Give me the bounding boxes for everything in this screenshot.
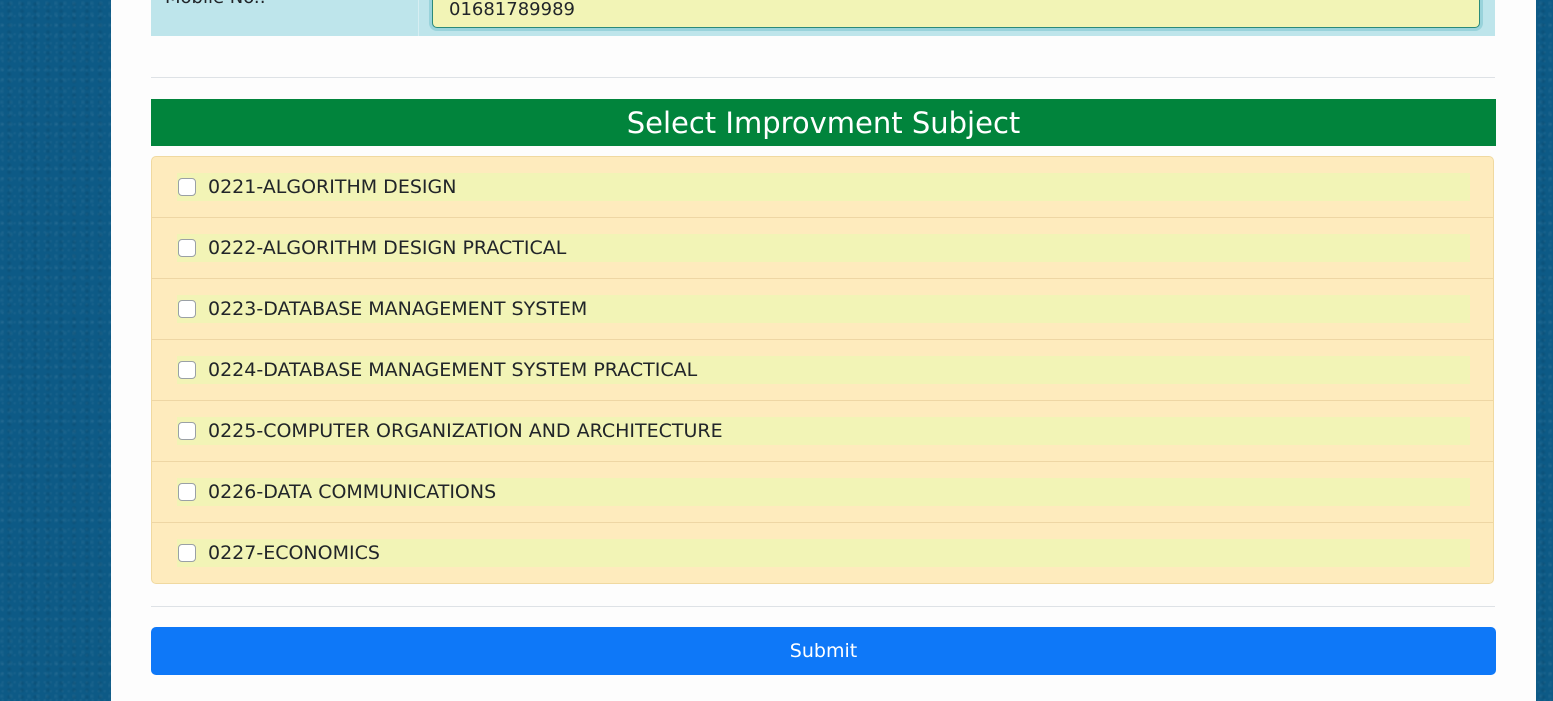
- mobile-label-cell: Mobile No.:: [151, 0, 419, 36]
- subject-item: 0226-DATA COMMUNICATIONS: [152, 462, 1493, 523]
- subject-option[interactable]: 0225-COMPUTER ORGANIZATION AND ARCHITECT…: [177, 417, 1470, 445]
- subject-option[interactable]: 0221-ALGORITHM DESIGN: [177, 173, 1470, 201]
- subject-item: 0227-ECONOMICS: [152, 523, 1493, 584]
- divider: [151, 77, 1495, 78]
- subject-item: 0222-ALGORITHM DESIGN PRACTICAL: [152, 218, 1493, 279]
- subject-checkbox[interactable]: [178, 300, 196, 318]
- subject-item: 0225-COMPUTER ORGANIZATION AND ARCHITECT…: [152, 401, 1493, 462]
- subject-checkbox[interactable]: [178, 361, 196, 379]
- subject-item: 0224-DATABASE MANAGEMENT SYSTEM PRACTICA…: [152, 340, 1493, 401]
- subject-label: 0225-COMPUTER ORGANIZATION AND ARCHITECT…: [208, 420, 723, 442]
- subject-label: 0222-ALGORITHM DESIGN PRACTICAL: [208, 237, 567, 259]
- mobile-input-value: 01681789989: [449, 0, 575, 20]
- subject-label: 0221-ALGORITHM DESIGN: [208, 176, 457, 198]
- mobile-label: Mobile No.:: [165, 0, 266, 8]
- subject-checkbox[interactable]: [178, 544, 196, 562]
- submit-button[interactable]: Submit: [151, 627, 1496, 675]
- subject-checkbox[interactable]: [178, 239, 196, 257]
- subject-option[interactable]: 0223-DATABASE MANAGEMENT SYSTEM: [177, 295, 1470, 323]
- subject-checkbox[interactable]: [178, 422, 196, 440]
- subject-checkbox[interactable]: [178, 178, 196, 196]
- subject-label: 0224-DATABASE MANAGEMENT SYSTEM PRACTICA…: [208, 359, 698, 381]
- mobile-input[interactable]: 01681789989: [432, 0, 1480, 28]
- page-container: Mobile No.: 01681789989 Select Improvmen…: [111, 0, 1536, 701]
- subject-label: 0226-DATA COMMUNICATIONS: [208, 481, 497, 503]
- subject-option[interactable]: 0224-DATABASE MANAGEMENT SYSTEM PRACTICA…: [177, 356, 1470, 384]
- subject-item: 0221-ALGORITHM DESIGN: [152, 157, 1493, 218]
- subject-item: 0223-DATABASE MANAGEMENT SYSTEM: [152, 279, 1493, 340]
- section-title: Select Improvment Subject: [151, 99, 1496, 146]
- mobile-value-cell: 01681789989: [419, 0, 1495, 36]
- subject-option[interactable]: 0227-ECONOMICS: [177, 539, 1470, 567]
- subject-list: 0221-ALGORITHM DESIGN 0222-ALGORITHM DES…: [151, 156, 1494, 584]
- subject-option[interactable]: 0222-ALGORITHM DESIGN PRACTICAL: [177, 234, 1470, 262]
- divider: [151, 606, 1495, 607]
- subject-checkbox[interactable]: [178, 483, 196, 501]
- subject-label: 0227-ECONOMICS: [208, 542, 380, 564]
- subject-label: 0223-DATABASE MANAGEMENT SYSTEM: [208, 298, 588, 320]
- subject-option[interactable]: 0226-DATA COMMUNICATIONS: [177, 478, 1470, 506]
- mobile-row: Mobile No.: 01681789989: [151, 0, 1495, 36]
